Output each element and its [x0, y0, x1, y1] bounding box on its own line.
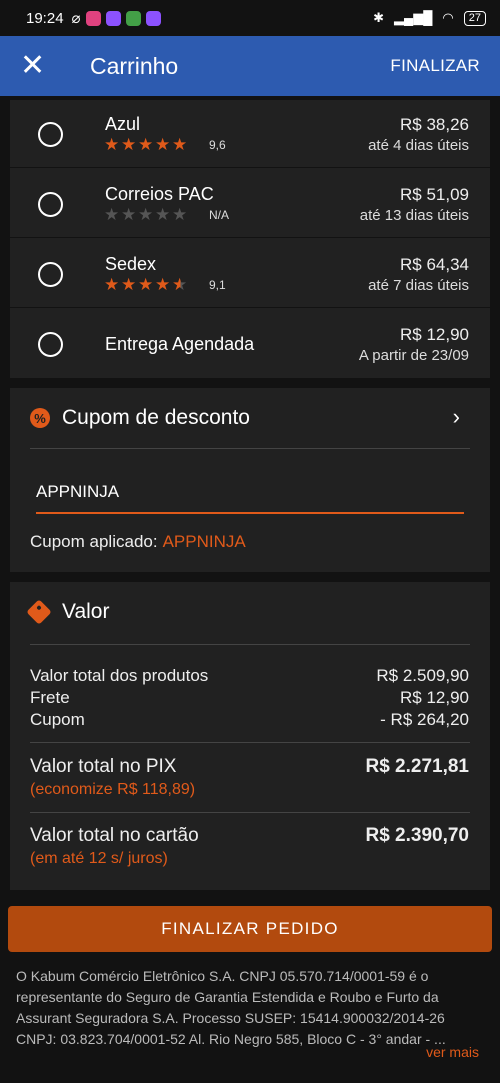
- instagram-icon: [85, 10, 101, 26]
- shipping-price: R$ 38,26: [400, 115, 469, 134]
- wifi-icon: ◠: [442, 10, 454, 25]
- coupon-title: Cupom de desconto: [62, 406, 250, 429]
- coupon-discount-label: Cupom: [30, 710, 85, 729]
- pix-total-value: R$ 2.271,81: [365, 756, 469, 777]
- star-icon: ★: [172, 135, 188, 154]
- twitch-icon: [105, 10, 121, 26]
- star-icon: ★: [121, 275, 137, 294]
- rating-value: N/A: [209, 208, 230, 222]
- bluetooth-icon: ✱: [373, 10, 384, 25]
- star-icon: ★: [104, 205, 120, 224]
- shipping-price: R$ 12,90: [400, 325, 469, 344]
- shipping-eta: até 4 dias úteis: [368, 137, 469, 154]
- divider: [30, 812, 470, 813]
- battery-indicator: 27: [463, 10, 486, 26]
- rating-stars: ★ ★ ★ ★ ★: [104, 205, 189, 225]
- discount-badge-icon: %: [30, 408, 50, 428]
- shipping-value: R$ 12,90: [400, 688, 469, 707]
- shipping-name: Sedex: [105, 254, 157, 274]
- rating-value: 9,6: [209, 138, 226, 152]
- star-icon: ★: [138, 275, 154, 294]
- value-summary-card: Valor Valor total dos produtos R$ 2.509,…: [10, 582, 490, 890]
- radio-button[interactable]: [38, 122, 63, 147]
- products-total-label: Valor total dos produtos: [30, 666, 209, 685]
- card-total-label: Valor total no cartão: [30, 825, 199, 846]
- shipping-price: R$ 51,09: [400, 185, 469, 204]
- status-bar: 19:24 ⌀ ✱ ▂▄▆█ ◠ 27: [0, 0, 500, 36]
- shipping-option-entrega-agendada[interactable]: Entrega Agendada R$ 12,90 A partir de 23…: [10, 310, 490, 378]
- star-icon: ★: [155, 275, 171, 294]
- divider: [30, 644, 470, 645]
- coupon-applied-text: Cupom aplicado: APPNINJA: [30, 532, 246, 552]
- star-icon: ★: [104, 275, 120, 294]
- page-title: Carrinho: [90, 52, 179, 79]
- app-notification-icon: [125, 10, 141, 26]
- signal-icon: ▂▄▆█: [393, 10, 433, 25]
- shipping-label: Frete: [30, 688, 70, 707]
- star-icon: ★: [121, 205, 137, 224]
- status-time: 19:24: [26, 9, 64, 27]
- divider: [30, 742, 470, 743]
- coupon-input[interactable]: [36, 472, 464, 514]
- star-icon: ★: [138, 205, 154, 224]
- summary-header: Valor: [26, 599, 110, 625]
- radio-button[interactable]: [38, 192, 63, 217]
- shipping-name: Correios PAC: [105, 184, 214, 204]
- notification-icons: ⌀: [72, 9, 161, 27]
- shipping-eta: A partir de 23/09: [358, 347, 469, 364]
- rating-stars: ★ ★ ★ ★ ★: [104, 135, 189, 155]
- star-icon: ★: [121, 135, 137, 154]
- divider: [30, 448, 470, 449]
- shipping-option-sedex[interactable]: Sedex ★ ★ ★ ★ ★ 9,1 R$ 64,34 até 7 dias útei…: [10, 240, 490, 308]
- coupon-header[interactable]: % Cupom de desconto: [30, 406, 250, 430]
- pix-savings-note: (economize R$ 118,89): [30, 781, 196, 798]
- alarm-off-icon: ⌀: [71, 10, 81, 27]
- coupon-card: % Cupom de desconto › Cupom aplicado:APP…: [10, 388, 490, 572]
- radio-button[interactable]: [38, 332, 63, 357]
- rating-stars: ★ ★ ★ ★ ★: [104, 275, 189, 295]
- coupon-applied-code: APPNINJA: [162, 532, 246, 551]
- finalize-order-button[interactable]: FINALIZAR PEDIDO: [8, 906, 492, 952]
- chevron-right-icon[interactable]: ›: [453, 404, 460, 430]
- shipping-option-correios-pac[interactable]: Correios PAC ★ ★ ★ ★ ★ N/A R$ 51,09 até 13 d…: [10, 170, 490, 238]
- shipping-eta: até 7 dias úteis: [368, 277, 469, 294]
- card-installments-note: (em até 12 s/ juros): [30, 850, 168, 867]
- card-total-value: R$ 2.390,70: [365, 825, 469, 846]
- close-icon[interactable]: ✕: [20, 51, 52, 81]
- products-total-value: R$ 2.509,90: [376, 666, 469, 685]
- app-bar: ✕ Carrinho FINALIZAR: [0, 36, 500, 96]
- shipping-option-azul[interactable]: Azul ★ ★ ★ ★ ★ 9,6 R$ 38,26 até 4 dias úteis: [10, 100, 490, 168]
- finalize-action-button[interactable]: FINALIZAR: [390, 56, 480, 76]
- shipping-name: Azul: [105, 114, 141, 134]
- legal-disclaimer: O Kabum Comércio Eletrônico S.A. CNPJ 05…: [16, 968, 446, 1047]
- twitch-icon: [145, 10, 161, 26]
- shipping-eta: até 13 dias úteis: [359, 207, 469, 224]
- star-icon: ★: [172, 205, 188, 224]
- pix-total-label: Valor total no PIX: [30, 756, 177, 777]
- see-more-link[interactable]: ver mais: [426, 1044, 479, 1060]
- price-tag-icon: [26, 599, 52, 625]
- star-icon: ★: [155, 205, 171, 224]
- coupon-discount-value: - R$ 264,20: [380, 710, 469, 729]
- star-icon: ★: [104, 135, 120, 154]
- shipping-options-card: Azul ★ ★ ★ ★ ★ 9,6 R$ 38,26 até 4 dias úteis…: [10, 100, 490, 378]
- shipping-name: Entrega Agendada: [105, 334, 255, 354]
- star-half-icon: ★: [172, 275, 188, 294]
- star-icon: ★: [155, 135, 171, 154]
- rating-value: 9,1: [209, 278, 226, 292]
- radio-button[interactable]: [38, 262, 63, 287]
- coupon-applied-label: Cupom aplicado:: [30, 532, 158, 551]
- shipping-price: R$ 64,34: [400, 255, 469, 274]
- summary-title: Valor: [62, 600, 110, 623]
- star-icon: ★: [138, 135, 154, 154]
